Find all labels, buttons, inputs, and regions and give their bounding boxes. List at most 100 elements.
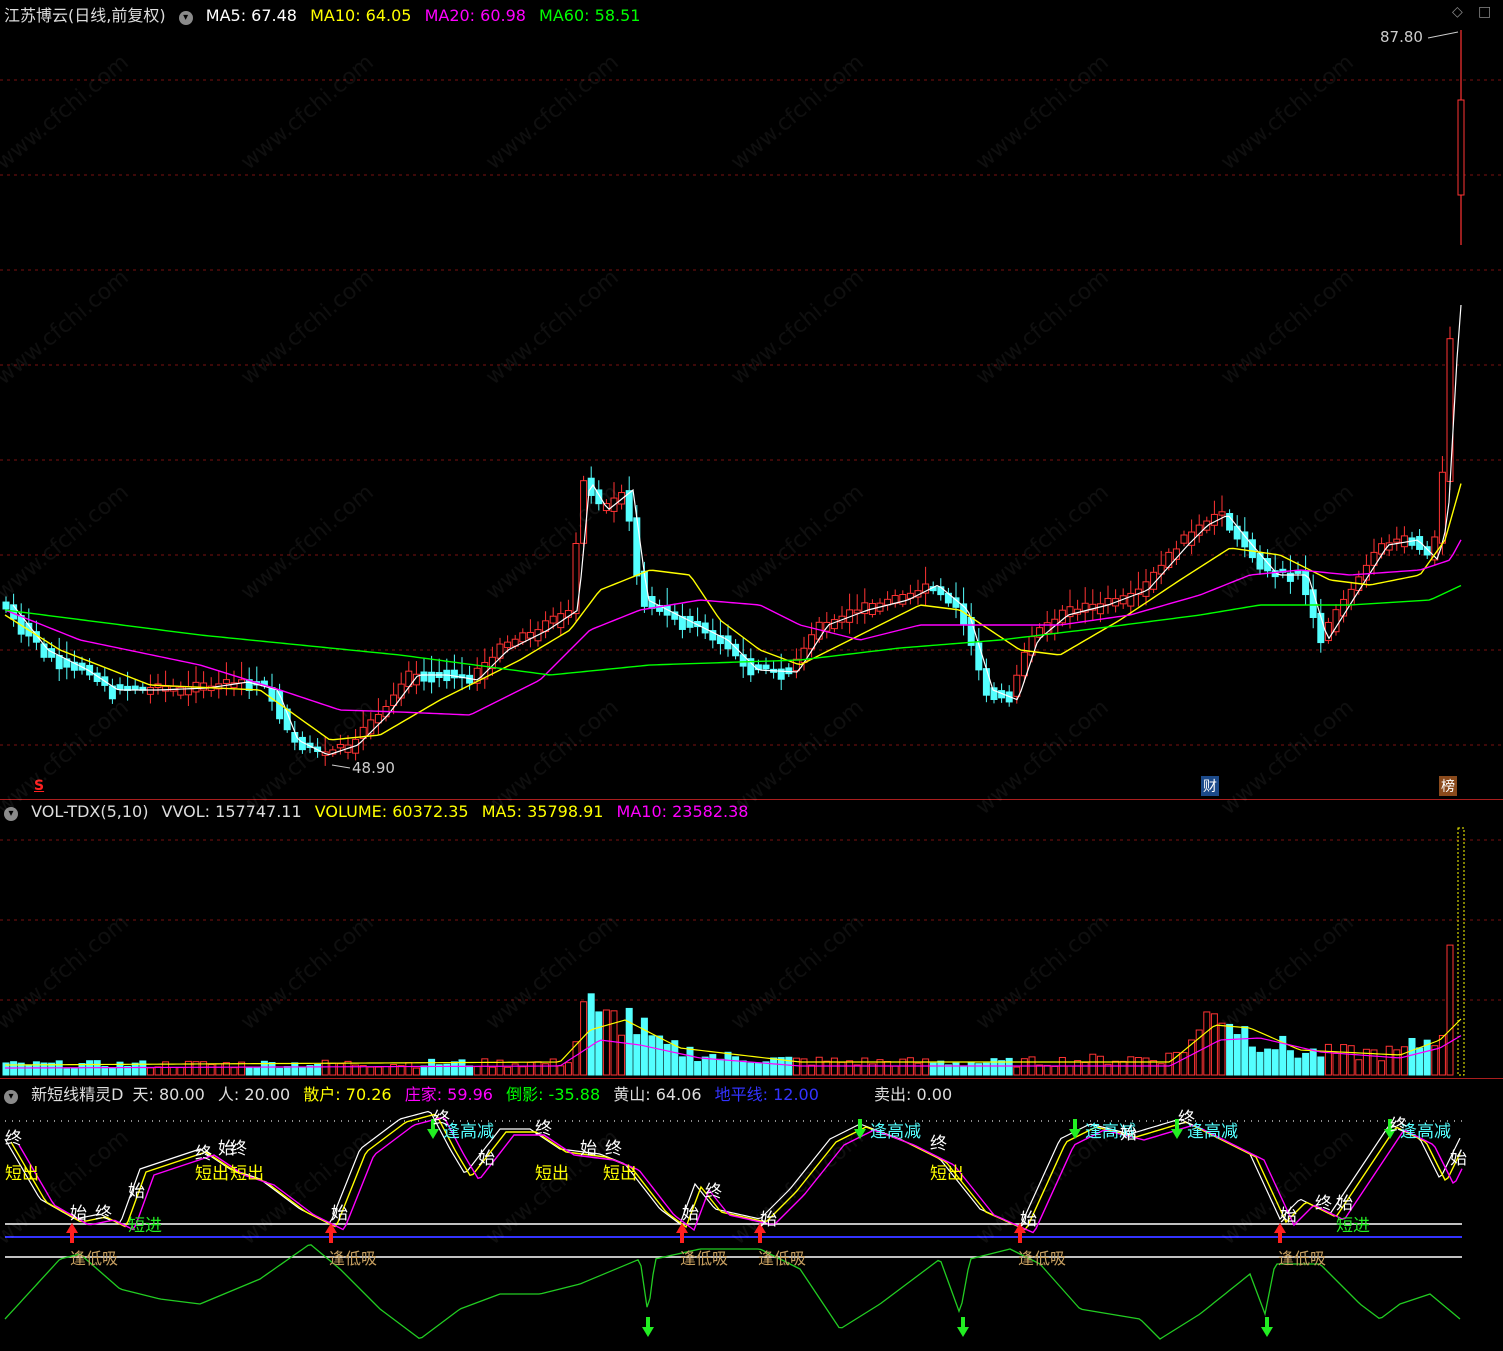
volume-bar: [1226, 1023, 1234, 1076]
ma5-label: MA5: 67.48: [205, 6, 297, 25]
indicator-chart-panel[interactable]: 逢低吸 逢低吸 逢低吸 逢低吸 逢低吸 逢低吸 逢高减 逢高减 逢高减 逢高减 逢高减终终终终终终终…: [0, 1079, 1503, 1351]
volume-bar: [367, 1066, 375, 1076]
maichu-label: 卖出: 0.00: [874, 1085, 953, 1104]
volume-bar: [534, 1061, 542, 1076]
volume-bar: [998, 1060, 1006, 1076]
volume-bar: [975, 1063, 983, 1076]
volume-bar: [504, 1066, 512, 1076]
candle-body: [1400, 535, 1408, 548]
volume-bar: [1013, 1066, 1021, 1076]
candle-body: [420, 671, 428, 682]
collapse-icon[interactable]: ▾: [178, 11, 193, 25]
volume-bar: [602, 1009, 610, 1076]
candle-body: [580, 480, 588, 544]
volume-bar: [412, 1067, 420, 1076]
volume-bar: [1066, 1065, 1074, 1076]
volume-bar: [336, 1063, 344, 1076]
zhong-signal: 终: [705, 1182, 722, 1202]
candle-body: [633, 517, 641, 577]
daoying-label: 倒影: -35.88: [506, 1085, 601, 1104]
volume-bar: [245, 1066, 253, 1076]
candle-body: [222, 679, 230, 684]
s-marker[interactable]: S: [32, 778, 46, 794]
volume-bar: [1203, 1011, 1211, 1076]
volume-bar: [739, 1060, 747, 1076]
candle-body: [1332, 609, 1340, 633]
volume-bar: [694, 1061, 702, 1076]
candle-body: [116, 684, 124, 690]
volume-bar: [1347, 1045, 1355, 1076]
candle-body: [374, 713, 382, 724]
duanjin-signal: 短进: [1336, 1216, 1370, 1236]
volume-bar: [1446, 944, 1454, 1076]
candle-body: [982, 668, 990, 696]
volume-bar: [967, 1062, 975, 1076]
indicator-chart-canvas[interactable]: 逢低吸 逢低吸 逢低吸 逢低吸 逢低吸 逢低吸逢高减 逢高减 逢高减 逢高减 逢高减终终终 终终 终终…: [0, 1079, 1503, 1351]
volume-bar: [1408, 1037, 1416, 1076]
volume-bar-projected: [1457, 827, 1465, 1076]
candle-body: [519, 632, 527, 643]
candle-body: [1309, 589, 1317, 618]
volume-bar: [686, 1046, 694, 1076]
volume-bar: [610, 1010, 618, 1076]
volume-bar: [732, 1056, 740, 1076]
stock-title[interactable]: 江苏博云(日线,前复权): [4, 6, 166, 25]
ren-label: 人: 20.00: [217, 1085, 291, 1104]
volume-bar: [1385, 1045, 1393, 1076]
volume-bar: [230, 1067, 238, 1076]
volume-bar: [1043, 1064, 1051, 1076]
vvol-label: VVOL: 157747.11: [161, 802, 302, 821]
volume-bar: [633, 1034, 641, 1076]
candle-body: [1302, 570, 1310, 596]
candle-body: [146, 687, 154, 695]
volume-chart-canvas[interactable]: [0, 800, 1503, 1079]
volume-bar: [169, 1066, 177, 1076]
zhong-signal: 终: [1315, 1194, 1332, 1214]
volume-bar: [1400, 1046, 1408, 1076]
diamond-icon[interactable]: ◇: [1452, 4, 1463, 20]
fenggaojian-signal: 逢高减: [443, 1122, 494, 1142]
price-chart-canvas[interactable]: [0, 0, 1503, 800]
indicator-name[interactable]: 新短线精灵D: [31, 1085, 123, 1104]
sell-arrow-icon: [957, 1317, 969, 1337]
volume-indicator-name[interactable]: VOL-TDX(5,10): [31, 802, 148, 821]
volume-bar: [108, 1067, 116, 1076]
volume-chart-panel[interactable]: ▾ VOL-TDX(5,10) VVOL: 157747.11 VOLUME: …: [0, 800, 1503, 1079]
volume-bar: [754, 1063, 762, 1076]
volume-bar: [329, 1062, 337, 1076]
volume-bar: [952, 1062, 960, 1076]
candle-body: [1020, 651, 1028, 677]
candle-body: [1218, 511, 1226, 516]
maximize-icon[interactable]: □: [1478, 4, 1491, 20]
volume-bar: [595, 1011, 603, 1076]
ranking-marker[interactable]: 榜: [1439, 776, 1457, 796]
shi-signal: 始: [70, 1204, 87, 1224]
volume-bar: [78, 1063, 86, 1076]
volume-bar: [747, 1062, 755, 1076]
volume-bar: [1438, 1035, 1446, 1076]
price-chart-panel[interactable]: 江苏博云(日线,前复权) ▾ MA5: 67.48 MA10: 64.05 MA…: [0, 0, 1503, 800]
ma10-label: MA10: 64.05: [310, 6, 412, 25]
shi-signal: 始: [580, 1139, 597, 1159]
fengdixi-signal: 逢低吸: [70, 1249, 118, 1268]
volume-bar: [450, 1061, 458, 1076]
collapse-icon[interactable]: ▾: [4, 807, 18, 821]
candle-body: [55, 654, 63, 670]
volume-bar: [937, 1060, 945, 1076]
price-panel-header: 江苏博云(日线,前复权) ▾ MA5: 67.48 MA10: 64.05 MA…: [4, 2, 648, 26]
volume-bar: [1233, 1034, 1241, 1076]
finance-marker[interactable]: 财: [1201, 776, 1219, 796]
volume-bar: [1302, 1052, 1310, 1076]
shi-signal: 始: [218, 1139, 235, 1159]
collapse-icon[interactable]: ▾: [4, 1090, 18, 1104]
candle-body: [762, 664, 770, 670]
volume-bar: [382, 1066, 390, 1076]
shi-signal: 始: [128, 1182, 145, 1202]
volume-label: VOLUME: 60372.35: [314, 802, 469, 821]
volume-bar: [1241, 1026, 1249, 1076]
volume-bar: [291, 1062, 299, 1076]
volume-bar: [207, 1063, 215, 1076]
volume-bar: [63, 1068, 71, 1076]
volume-bar: [557, 1065, 565, 1076]
volume-bar: [519, 1066, 527, 1076]
